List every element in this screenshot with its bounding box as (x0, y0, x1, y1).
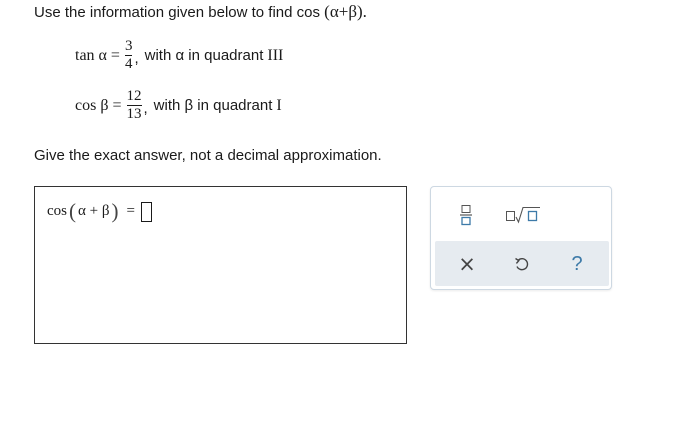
clear-icon: × (458, 252, 476, 276)
fraction-button[interactable] (453, 201, 479, 229)
comma: , (134, 50, 139, 67)
prompt-text: Use the information given below to find … (34, 4, 320, 21)
fraction-icon (460, 205, 472, 226)
clear-button[interactable]: × (453, 250, 481, 278)
equals-sign: = (126, 203, 135, 219)
undo-button[interactable] (508, 250, 536, 278)
answer-input-slot[interactable] (140, 201, 152, 222)
fraction-denominator: 4 (124, 56, 133, 72)
open-paren: ( (69, 199, 76, 223)
square-root-icon (506, 206, 540, 224)
given-condition: with β in quadrant (153, 97, 273, 114)
given-function: tan α = (75, 46, 120, 64)
help-icon: ? (571, 252, 583, 275)
question-prompt: Use the information given below to find … (34, 2, 367, 22)
toolbox-action-row: × ? (435, 241, 609, 286)
given-quadrant: III (267, 46, 284, 64)
math-toolbox: × ? (430, 186, 612, 290)
given-condition: with α in quadrant (144, 47, 264, 64)
given-tan-alpha: tan α = 3 4 , with α in quadrant III (75, 38, 283, 73)
square-root-button[interactable] (503, 201, 543, 229)
given-quadrant: I (276, 96, 282, 114)
given-fraction: 3 4 (124, 38, 133, 73)
given-cos-beta: cos β = 12 13 , with β in quadrant I (75, 88, 282, 123)
answer-expression: cos ( α + β ) = (47, 199, 152, 224)
undo-icon (515, 257, 529, 271)
fraction-numerator: 12 (126, 88, 142, 104)
prompt-expression: (α+β). (324, 2, 367, 21)
answer-argument: α + β (78, 203, 110, 219)
answer-box[interactable]: cos ( α + β ) = (34, 186, 407, 344)
fraction-numerator: 3 (124, 38, 133, 54)
fraction-denominator: 13 (126, 106, 142, 122)
given-function: cos β = (75, 96, 122, 114)
instruction-text: Give the exact answer, not a decimal app… (34, 147, 382, 164)
answer-function: cos (47, 203, 67, 219)
help-button[interactable]: ? (563, 250, 591, 278)
comma: , (143, 100, 148, 117)
close-paren: ) (111, 199, 119, 223)
given-fraction: 12 13 (126, 88, 142, 123)
